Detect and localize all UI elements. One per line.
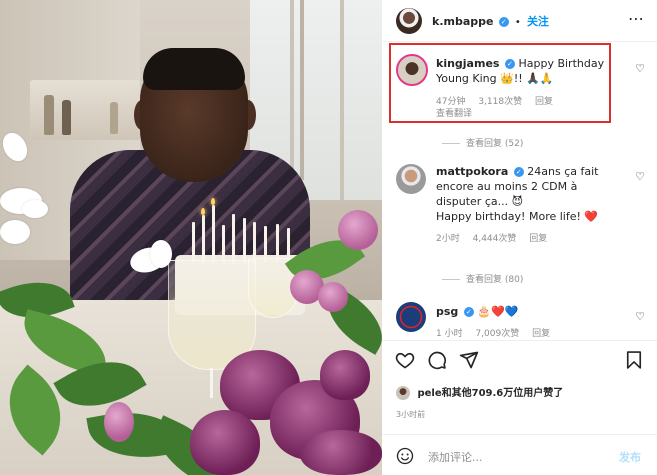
verified-icon: ✓	[498, 17, 509, 27]
verified-icon: ✓	[463, 307, 474, 317]
comment-time[interactable]: 1 小时	[436, 329, 463, 339]
add-comment-bar: 添加评论... 发布	[382, 434, 657, 475]
comment-highlight-box	[389, 43, 611, 123]
heart-icon[interactable]: ♡	[635, 62, 645, 75]
view-replies-button[interactable]: 查看回复 (80)	[466, 272, 523, 285]
reply-button[interactable]: 回复	[532, 329, 550, 339]
comment-psg: psg ✓ 🎂❤️💙 1 小时 7,009次赞 回复 ♡	[382, 300, 657, 340]
liker-avatar[interactable]	[396, 386, 410, 400]
follow-button[interactable]: 关注	[527, 15, 549, 28]
separator: •	[514, 17, 521, 28]
comment-likes[interactable]: 7,009次赞	[475, 329, 519, 339]
comment-mattpokora: mattpokora ✓ 24ans ça fait encore au moi…	[382, 160, 657, 290]
post-photo[interactable]	[0, 0, 382, 475]
verified-icon: ✓	[513, 167, 524, 177]
comment-likes[interactable]: 4,444次赞	[473, 234, 517, 244]
posted-ago: 3小时前	[396, 410, 426, 419]
comment-icon[interactable]	[427, 350, 447, 370]
comment-time[interactable]: 2小时	[436, 234, 460, 244]
photo-person-hair	[143, 48, 245, 90]
author-handle[interactable]: k.mbappe	[432, 15, 493, 28]
comment-text: 🎂❤️💙	[477, 305, 519, 318]
comment-text-2: Happy birthday! More life! ❤️	[436, 210, 599, 223]
likes-text: pele和其他709.6万位用户赞了	[417, 388, 564, 399]
post-button[interactable]: 发布	[619, 449, 641, 465]
comment-user[interactable]: mattpokora	[436, 165, 508, 178]
commenter-avatar[interactable]	[396, 164, 426, 194]
commenter-avatar[interactable]	[396, 302, 426, 332]
likes-summary[interactable]: pele和其他709.6万位用户赞了	[396, 384, 563, 400]
author-avatar[interactable]	[396, 8, 422, 34]
heart-icon[interactable]: ♡	[635, 170, 645, 183]
heart-icon[interactable]	[395, 350, 415, 370]
view-replies-button[interactable]: 查看回复 (52)	[466, 136, 523, 149]
emoji-icon[interactable]	[396, 447, 414, 465]
comment-input[interactable]: 添加评论...	[428, 449, 483, 465]
bookmark-icon[interactable]	[624, 350, 644, 370]
reply-button[interactable]: 回复	[529, 234, 547, 244]
comment-user[interactable]: psg	[436, 305, 458, 318]
more-icon[interactable]: ⋯	[628, 9, 645, 28]
post-header: k.mbappe ✓ • 关注 ⋯	[382, 0, 657, 42]
heart-icon[interactable]: ♡	[635, 310, 645, 323]
action-bar	[382, 340, 657, 376]
photo-frame	[300, 0, 304, 180]
share-icon[interactable]	[459, 350, 479, 370]
